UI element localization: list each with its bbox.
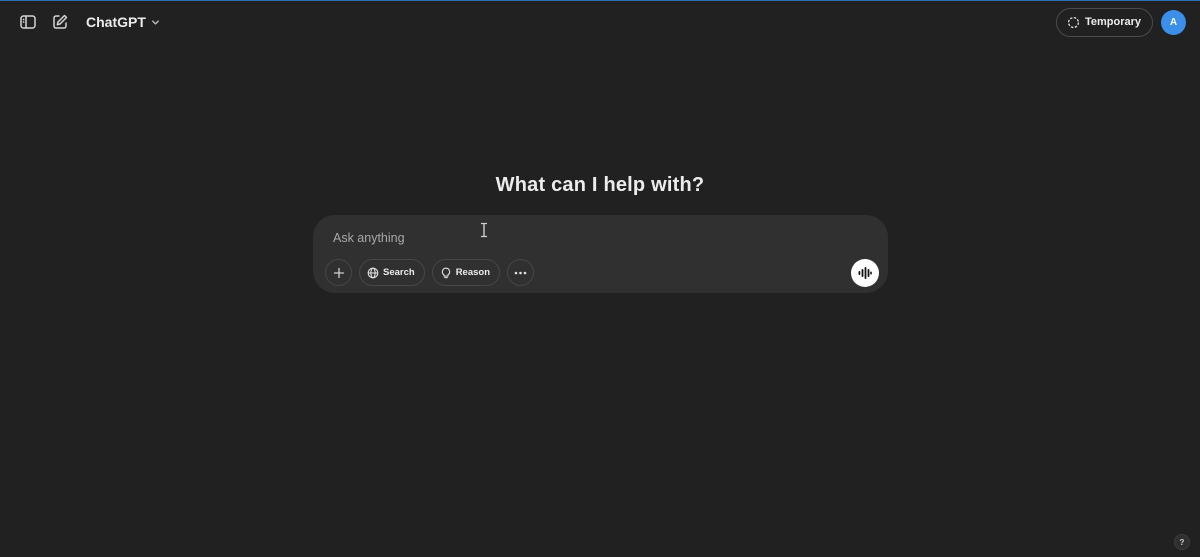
model-switcher[interactable]: ChatGPT [86, 14, 161, 30]
model-name: ChatGPT [86, 14, 146, 30]
sidebar-toggle-icon [20, 15, 36, 29]
text-cursor-icon [481, 222, 487, 238]
chevron-down-icon [151, 19, 159, 25]
new-chat-icon [53, 14, 68, 29]
more-tools-button[interactable] [507, 259, 535, 286]
search-label: Search [383, 267, 415, 278]
plus-icon [333, 267, 344, 278]
header-right-group: Temporary A [1055, 7, 1186, 37]
voice-mode-button[interactable] [851, 259, 879, 287]
more-icon [514, 271, 527, 274]
globe-icon [367, 267, 379, 278]
composer-toolbar: Search Reason [325, 259, 535, 286]
lightbulb-icon [441, 267, 450, 278]
temporary-label: Temporary [1084, 16, 1141, 28]
top-bar: ChatGPT Temporary A [0, 1, 1200, 43]
temporary-chat-button[interactable]: Temporary [1055, 7, 1153, 37]
search-button[interactable]: Search [359, 259, 425, 286]
user-avatar[interactable]: A [1161, 9, 1186, 35]
temporary-chat-icon [1067, 16, 1080, 28]
attach-button[interactable] [325, 259, 352, 286]
prompt-input[interactable] [333, 228, 833, 248]
help-label: ? [1179, 537, 1185, 547]
avatar-initial: A [1169, 16, 1178, 28]
sidebar-toggle-button[interactable] [14, 8, 42, 36]
header-left-group: ChatGPT [14, 8, 161, 36]
voice-waveform-icon [858, 267, 872, 279]
new-chat-button[interactable] [46, 8, 74, 36]
reason-button[interactable]: Reason [431, 259, 501, 286]
page-headline: What can I help with? [495, 174, 705, 196]
help-button[interactable]: ? [1174, 534, 1190, 550]
prompt-composer: Search Reason [313, 215, 888, 293]
reason-label: Reason [455, 267, 491, 278]
